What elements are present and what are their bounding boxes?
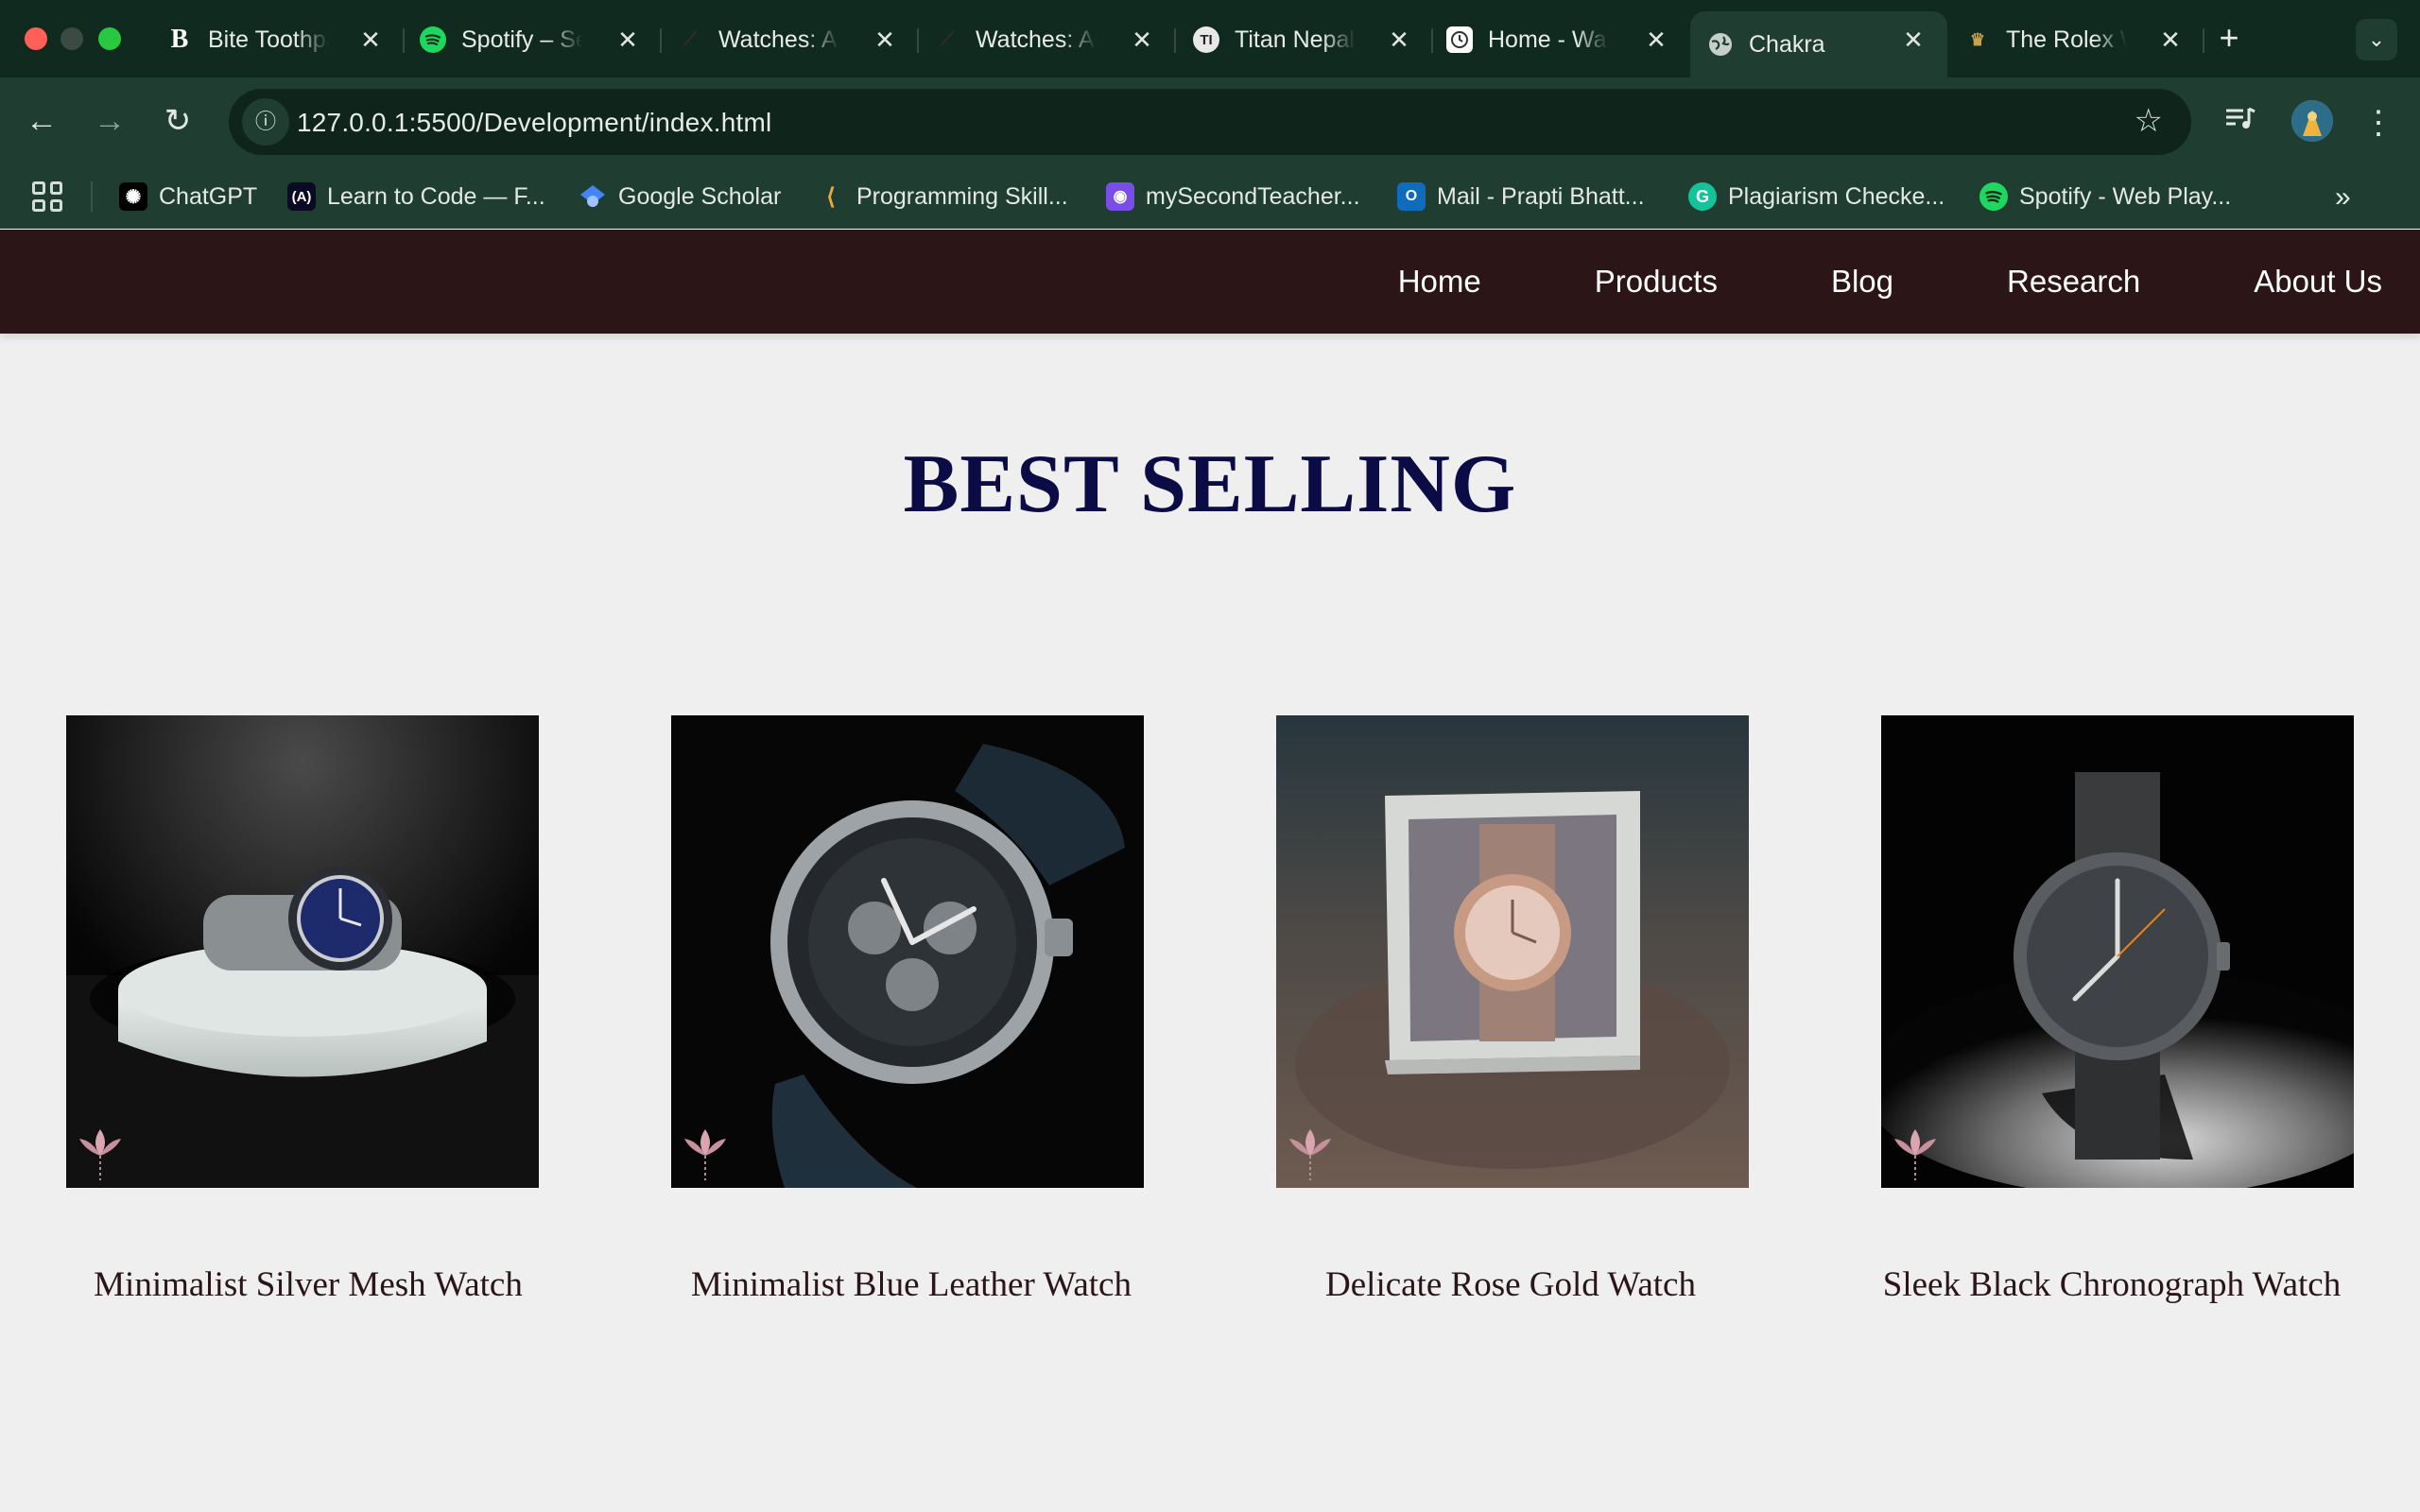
tab-title: Watches: All — [976, 26, 1097, 53]
product-image-silver-watch[interactable] — [66, 715, 539, 1188]
close-tab-icon[interactable]: ✕ — [1384, 25, 1414, 55]
close-tab-icon[interactable]: ✕ — [1898, 25, 1928, 55]
grammarly-icon: G — [1688, 182, 1717, 211]
scholar-icon — [579, 182, 607, 211]
kebab-menu-icon[interactable]: ⋮ — [2358, 102, 2399, 144]
browser-tab[interactable]: Home - Watch ✕ — [1433, 11, 1690, 68]
nav-link-blog[interactable]: Blog — [1831, 264, 1893, 300]
bookmark-item[interactable]: ◉ mySecondTeacher... — [1106, 178, 1360, 215]
bookmark-item[interactable]: Google Scholar — [579, 178, 781, 215]
browser-tab[interactable]: TI Titan Nepal ✕ — [1176, 11, 1433, 68]
tab-title: The Rolex Watch — [2006, 26, 2127, 53]
forward-arrow-icon[interactable]: → — [89, 100, 130, 142]
address-bar[interactable]: ⓘ 127.0.0.1:5500/Development/index.html … — [229, 89, 2191, 155]
bookmark-item[interactable]: ⟨ Programming Skill... — [817, 178, 1068, 215]
product-name[interactable]: Minimalist Silver Mesh Watch — [15, 1264, 601, 1305]
bookmark-item[interactable]: Spotify - Web Play... — [1979, 178, 2231, 215]
close-window-button[interactable] — [25, 27, 47, 50]
tab-title: Chakra — [1749, 30, 1825, 58]
nav-link-research[interactable]: Research — [2007, 264, 2140, 300]
close-tab-icon[interactable]: ✕ — [1641, 25, 1671, 55]
lotus-logo-icon — [684, 1129, 726, 1180]
bookmark-star-icon[interactable]: ☆ — [2135, 102, 2163, 140]
bookmark-label: Learn to Code — F... — [327, 182, 545, 210]
close-tab-icon[interactable]: ✕ — [355, 25, 386, 55]
media-queue-icon[interactable] — [2220, 102, 2261, 144]
browser-tabstrip: B Bite Toothpaste ✕ Spotify – Search ✕ ⟋… — [0, 0, 2420, 77]
programming-icon: ⟨ — [826, 183, 836, 210]
tab-title: Watches: All — [718, 26, 839, 53]
product-image-blue-leather-watch[interactable] — [671, 715, 1144, 1188]
browser-tab[interactable]: ⟋ Watches: All ✕ — [662, 11, 919, 68]
chatgpt-icon: ✺ — [119, 182, 147, 211]
close-tab-icon[interactable]: ✕ — [2155, 25, 2186, 55]
bookmark-label: Programming Skill... — [856, 182, 1068, 210]
bookmark-label: Google Scholar — [618, 182, 782, 210]
product-name[interactable]: Minimalist Blue Leather Watch — [618, 1264, 1204, 1305]
bookmark-label: Spotify - Web Play... — [2019, 182, 2232, 210]
nav-link-home[interactable]: Home — [1398, 264, 1481, 300]
reload-icon[interactable]: ↻ — [157, 100, 199, 142]
browser-tab[interactable]: Spotify – Search ✕ — [405, 11, 662, 68]
product-image-rose-gold-watch[interactable] — [1276, 715, 1749, 1188]
tab-title: Home - Watch — [1488, 26, 1609, 53]
product-name[interactable]: Delicate Rose Gold Watch — [1218, 1264, 1804, 1305]
section-heading: BEST SELLING — [903, 438, 1517, 530]
browser-tab[interactable]: B Bite Toothpaste ✕ — [147, 11, 405, 68]
browser-tab[interactable]: ⟋ Watches: All ✕ — [919, 11, 1176, 68]
bookmark-item[interactable]: (A) Learn to Code — F... — [287, 178, 545, 215]
site-info-icon[interactable]: ⓘ — [242, 98, 289, 146]
lotus-logo-icon — [1894, 1129, 1936, 1180]
url-text[interactable]: 127.0.0.1:5500/Development/index.html — [297, 108, 771, 138]
browser-tab[interactable]: ♛ The Rolex Watch ✕ — [1947, 11, 2204, 68]
titan-icon: TI — [1193, 26, 1219, 53]
new-tab-button[interactable]: + — [2210, 19, 2248, 57]
globe-icon — [1707, 31, 1734, 58]
bookmark-label: mySecondTeacher... — [1146, 182, 1360, 210]
apps-grid-icon[interactable] — [32, 181, 62, 212]
tab-title: Titan Nepal — [1235, 26, 1355, 53]
nav-link-about-us[interactable]: About Us — [2254, 264, 2382, 300]
msteacher-icon: ◉ — [1106, 182, 1134, 211]
spotify-icon — [420, 26, 446, 53]
bold-b-icon: B — [170, 25, 189, 54]
close-tab-icon[interactable]: ✕ — [870, 25, 900, 55]
maximize-window-button[interactable] — [98, 27, 121, 50]
bookmark-label: ChatGPT — [159, 182, 258, 210]
tab-title: Bite Toothpaste — [208, 26, 329, 53]
watch-brand-icon: ⟋ — [941, 28, 954, 50]
nav-link-products[interactable]: Products — [1595, 264, 1718, 300]
back-arrow-icon[interactable]: ← — [21, 100, 62, 142]
rolex-crown-icon: ♛ — [1969, 29, 1986, 49]
watch-brand-icon: ⟋ — [683, 28, 697, 50]
browser-toolbar: ← → ↻ ⓘ 127.0.0.1:5500/Development/index… — [0, 77, 2420, 164]
bookmark-item[interactable]: ✺ ChatGPT — [119, 178, 257, 215]
product-name[interactable]: Sleek Black Chronograph Watch — [1819, 1264, 2405, 1305]
browser-tab-active[interactable]: Chakra ✕ — [1690, 11, 1947, 77]
bookmark-item[interactable]: O Mail - Prapti Bhatt... — [1397, 178, 1645, 215]
spotify-icon — [1979, 182, 2008, 211]
close-tab-icon[interactable]: ✕ — [1127, 25, 1157, 55]
more-bookmarks-chevron-icon[interactable]: » — [2335, 181, 2351, 214]
bookmark-label: Mail - Prapti Bhatt... — [1437, 182, 1645, 210]
minimize-window-button[interactable] — [60, 27, 83, 50]
bookmark-item[interactable]: G Plagiarism Checke... — [1688, 178, 1945, 215]
tab-title: Spotify – Search — [461, 26, 582, 53]
freecodecamp-icon: (A) — [287, 182, 316, 211]
site-navbar: Home Products Blog Research About Us — [0, 230, 2420, 334]
bookmarks-bar: ✺ ChatGPT (A) Learn to Code — F... Googl… — [0, 164, 2420, 229]
product-image-black-chronograph-watch[interactable] — [1881, 715, 2354, 1188]
profile-avatar[interactable] — [2291, 100, 2333, 142]
clock-icon — [1446, 26, 1473, 53]
bookmark-label: Plagiarism Checke... — [1728, 182, 1945, 210]
lotus-logo-icon — [1289, 1129, 1331, 1180]
lotus-logo-icon — [79, 1129, 121, 1180]
tab-search-chevron-icon[interactable]: ⌄ — [2356, 19, 2397, 60]
outlook-icon: O — [1397, 182, 1426, 211]
close-tab-icon[interactable]: ✕ — [613, 25, 643, 55]
